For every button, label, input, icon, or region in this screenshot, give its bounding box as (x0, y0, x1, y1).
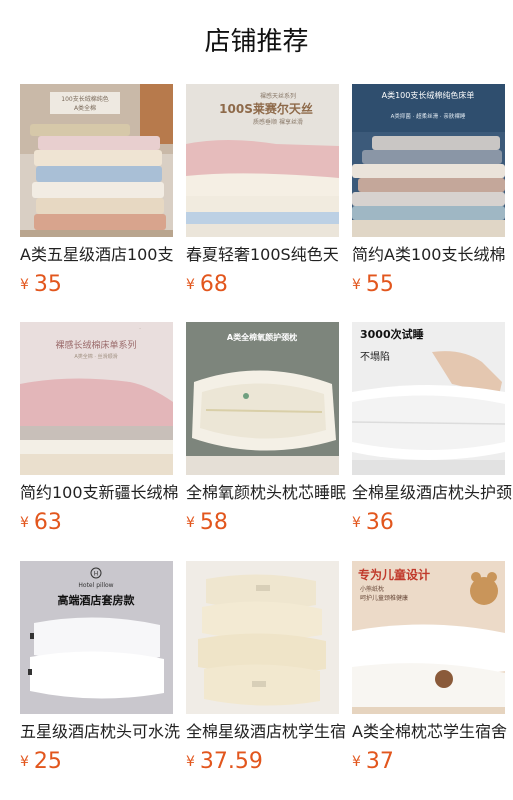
product-card[interactable]: 全棉星级酒店枕学生宿舍 ¥37.59 (186, 561, 346, 781)
svg-text:不塌陷: 不塌陷 (360, 350, 390, 363)
product-price: ¥36 (352, 509, 394, 537)
price-value: 55 (365, 272, 394, 297)
product-card[interactable]: H Hotel pillow 高端酒店套房款 五星级酒店枕头可水洗 ¥25 (20, 561, 180, 781)
svg-text:A类抑菌 · 超柔丝滑 · 亲肤裸睡: A类抑菌 · 超柔丝滑 · 亲肤裸睡 (391, 112, 466, 120)
product-name[interactable]: 五星级酒店枕头可水洗 (20, 720, 180, 744)
price-value: 37.59 (199, 749, 263, 774)
product-price: ¥63 (20, 509, 62, 537)
svg-text:高端酒店套房款: 高端酒店套房款 (58, 593, 136, 607)
currency-symbol: ¥ (352, 754, 361, 770)
currency-symbol: ¥ (352, 515, 361, 531)
price-value: 68 (199, 272, 228, 297)
svg-text:A类全棉氧颜护颈枕: A类全棉氧颜护颈枕 (227, 332, 297, 342)
currency-symbol: ¥ (186, 754, 195, 770)
currency-symbol: ¥ (186, 515, 195, 531)
svg-text:A类全棉 · 丝滑顺滑: A类全棉 · 丝滑顺滑 (74, 353, 117, 360)
product-name[interactable]: 全棉星级酒店枕头护颈 (352, 481, 512, 505)
price-value: 63 (33, 510, 62, 535)
svg-text:小熊纸枕: 小熊纸枕 (360, 585, 384, 593)
product-image[interactable]: A类全棉氧颜护颈枕 (186, 322, 339, 475)
product-name[interactable]: 全棉氧颜枕头枕芯睡眠 (186, 481, 346, 505)
currency-symbol: ¥ (186, 277, 195, 293)
product-name[interactable]: 全棉星级酒店枕学生宿舍 (186, 720, 346, 744)
currency-symbol: ¥ (20, 277, 29, 293)
svg-text:100支长绒棉纯色: 100支长绒棉纯色 (61, 95, 108, 103)
product-image[interactable] (186, 561, 339, 714)
product-card[interactable]: · 裸感长绒棉床单系列 A类全棉 · 丝滑顺滑 简约100支新疆长绒棉 ¥63 (20, 322, 179, 542)
product-price: ¥68 (186, 271, 228, 299)
svg-text:H: H (94, 571, 99, 578)
product-name[interactable]: 简约A类100支长绒棉 (352, 243, 512, 267)
product-price: ¥55 (352, 271, 394, 299)
svg-text:呵护儿童颈椎健康: 呵护儿童颈椎健康 (360, 594, 408, 602)
product-name[interactable]: 简约100支新疆长绒棉 (20, 481, 180, 505)
svg-text:Hotel pillow: Hotel pillow (78, 582, 113, 589)
currency-symbol: ¥ (20, 515, 29, 531)
svg-text:A类全棉: A类全棉 (74, 104, 96, 112)
product-card[interactable]: A类100支长绒棉纯色床单 A类抑菌 · 超柔丝滑 · 亲肤裸睡 简约A类100… (352, 84, 506, 304)
svg-text:裸感长绒棉床单系列: 裸感长绒棉床单系列 (55, 339, 136, 351)
product-price: ¥37.59 (186, 748, 263, 776)
price-value: 25 (33, 749, 62, 774)
product-image[interactable]: 专为儿童设计 小熊纸枕 呵护儿童颈椎健康 (352, 561, 505, 714)
price-value: 37 (365, 749, 394, 774)
svg-text:A类100支长绒棉纯色床单: A类100支长绒棉纯色床单 (382, 90, 475, 100)
product-name[interactable]: 春夏轻奢100S纯色天 (186, 243, 346, 267)
svg-text:专为儿童设计: 专为儿童设计 (358, 567, 430, 582)
price-value: 35 (33, 272, 62, 297)
price-value: 36 (365, 510, 394, 535)
currency-symbol: ¥ (352, 277, 361, 293)
product-price: ¥25 (20, 748, 62, 776)
product-name[interactable]: A类五星级酒店100支 (20, 243, 180, 267)
product-card[interactable]: 100支长绒棉纯色 A类全棉 A类五星级酒店100支 ¥35 (20, 84, 174, 304)
product-card[interactable]: 专为儿童设计 小熊纸枕 呵护儿童颈椎健康 A类全棉枕芯学生宿舍 ¥37 (352, 561, 507, 781)
product-card[interactable]: 3000次试睡 不塌陷 全棉星级酒店枕头护颈 ¥36 (352, 322, 512, 542)
svg-text:质感垂顺 裸享丝滑: 质感垂顺 裸享丝滑 (253, 118, 303, 126)
product-name[interactable]: A类全棉枕芯学生宿舍 (352, 720, 512, 744)
price-value: 58 (199, 510, 228, 535)
currency-symbol: ¥ (20, 754, 29, 770)
svg-text:3000次试睡: 3000次试睡 (360, 327, 424, 341)
product-price: ¥35 (20, 271, 62, 299)
product-price: ¥37 (352, 748, 394, 776)
product-image[interactable]: H Hotel pillow 高端酒店套房款 (20, 561, 173, 714)
product-image[interactable]: · 裸感长绒棉床单系列 A类全棉 · 丝滑顺滑 (20, 322, 173, 475)
product-card[interactable]: 裸感天丝系列 100S莱赛尔天丝 质感垂顺 裸享丝滑 春夏轻奢100S纯色天 ¥… (186, 84, 339, 304)
product-price: ¥58 (186, 509, 228, 537)
svg-text:100S莱赛尔天丝: 100S莱赛尔天丝 (219, 101, 313, 116)
product-image[interactable]: 100支长绒棉纯色 A类全棉 (20, 84, 173, 237)
svg-text:裸感天丝系列: 裸感天丝系列 (260, 92, 296, 100)
product-card[interactable]: A类全棉氧颜护颈枕 全棉氧颜枕头枕芯睡眠 ¥58 (186, 322, 346, 542)
product-image[interactable]: 3000次试睡 不塌陷 (352, 322, 505, 475)
page-title: 店铺推荐 (204, 27, 309, 57)
product-image[interactable]: 裸感天丝系列 100S莱赛尔天丝 质感垂顺 裸享丝滑 (186, 84, 339, 237)
product-image[interactable]: A类100支长绒棉纯色床单 A类抑菌 · 超柔丝滑 · 亲肤裸睡 (352, 84, 505, 237)
